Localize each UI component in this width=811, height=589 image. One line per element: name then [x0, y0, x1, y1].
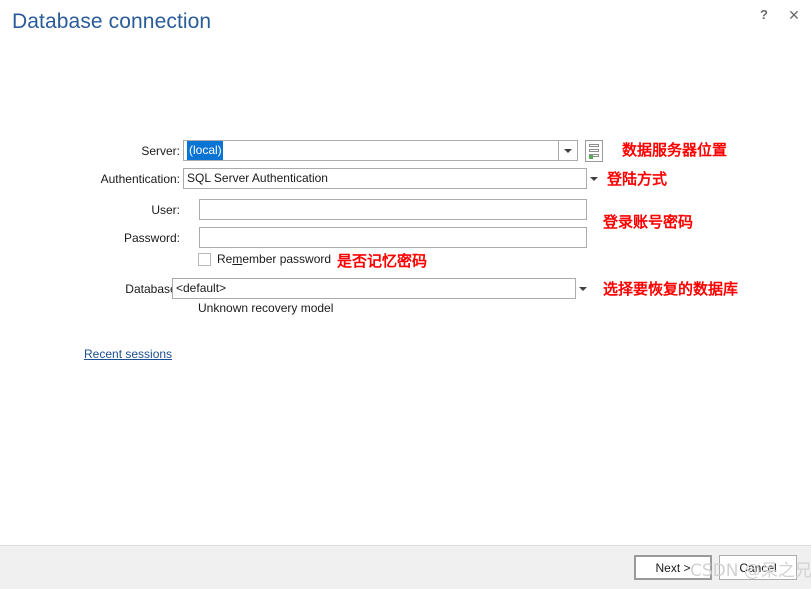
annotation-server: 数据服务器位置: [622, 141, 728, 159]
authentication-row: Authentication: SQL Server Authenticatio…: [98, 168, 601, 189]
password-input[interactable]: [199, 227, 587, 248]
database-dropdown-button[interactable]: [576, 278, 590, 299]
recovery-model-hint: Unknown recovery model: [198, 301, 334, 315]
server-row: Server: (local): [98, 139, 603, 162]
chevron-down-icon: [590, 176, 598, 181]
server-dropdown-button[interactable]: [559, 140, 578, 161]
help-icon[interactable]: ?: [755, 6, 773, 24]
authentication-value: SQL Server Authentication: [187, 171, 328, 185]
annotation-remember-password: 是否记忆密码: [337, 252, 428, 270]
user-label: User:: [151, 202, 180, 217]
cancel-button[interactable]: Cancel: [719, 555, 797, 580]
user-row: User:: [98, 199, 587, 220]
authentication-label: Authentication:: [100, 171, 180, 186]
server-browse-icon[interactable]: [585, 139, 603, 162]
database-label: Database:: [125, 281, 180, 296]
password-row: Password:: [98, 227, 587, 248]
password-label: Password:: [123, 230, 180, 245]
database-select[interactable]: <default>: [172, 278, 576, 299]
next-button[interactable]: Next >: [634, 555, 712, 580]
server-icon-slot: [589, 143, 599, 147]
server-input-value: (local): [187, 141, 223, 160]
user-input[interactable]: [199, 199, 587, 220]
recent-sessions-link[interactable]: Recent sessions: [84, 347, 172, 361]
chevron-down-icon: [579, 286, 587, 291]
annotation-database: 选择要恢复的数据库: [603, 280, 739, 298]
dialog-header: Database connection ? ✕: [0, 0, 811, 56]
database-row: Database: <default>: [98, 278, 590, 299]
server-icon-led: [589, 154, 593, 159]
remember-password-label[interactable]: Remember password: [217, 252, 331, 266]
remember-label-accel: m: [232, 252, 243, 266]
server-input[interactable]: (local): [183, 140, 559, 161]
annotation-credentials: 登录账号密码: [603, 213, 694, 231]
authentication-select[interactable]: SQL Server Authentication: [183, 168, 587, 189]
close-icon[interactable]: ✕: [785, 6, 803, 24]
dialog-footer: Next > Cancel: [0, 545, 811, 589]
remember-password-row[interactable]: Remember password: [198, 252, 331, 266]
remember-label-part2: ember password: [242, 252, 332, 266]
annotation-authentication: 登陆方式: [607, 170, 668, 188]
authentication-dropdown-button[interactable]: [587, 168, 601, 189]
remember-password-checkbox[interactable]: [198, 252, 211, 266]
connection-form: Server: (local) Authentication: SQL Serv…: [0, 56, 811, 545]
chevron-down-icon: [564, 148, 572, 153]
database-value: <default>: [176, 281, 227, 295]
title-bar-buttons: ? ✕: [755, 6, 803, 24]
remember-label-part1: Re: [217, 252, 233, 266]
server-label: Server:: [141, 143, 180, 158]
server-icon-slot: [589, 148, 599, 152]
page-title: Database connection: [12, 10, 212, 33]
